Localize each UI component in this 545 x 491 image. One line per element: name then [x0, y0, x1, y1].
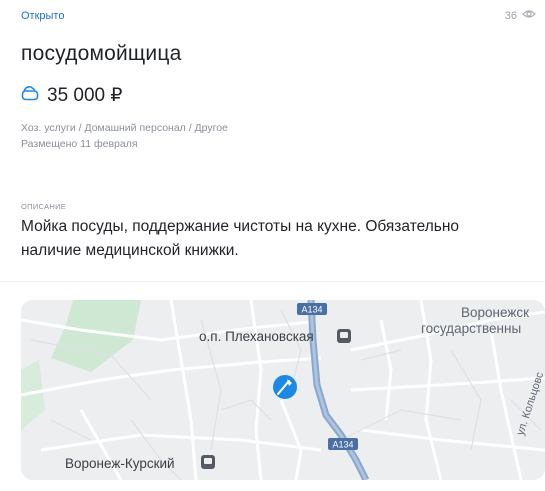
- status-label: Открыто: [21, 10, 65, 22]
- salary: 35 000 ₽: [21, 84, 122, 107]
- location-map[interactable]: А134 А134 о.п. Плехановская Воронежск го…: [21, 300, 545, 480]
- posted-date: Размещено 11 февраля: [21, 138, 138, 150]
- description-label: описание: [21, 202, 67, 211]
- station-label-top: о.п. Плехановская: [199, 329, 314, 344]
- svg-text:А134: А134: [301, 305, 322, 315]
- train-icon: [201, 455, 215, 469]
- location-pin-icon[interactable]: [273, 375, 297, 399]
- road-badge: А134: [297, 303, 327, 315]
- description-text: Мойка посуды, поддержание чистоты на кух…: [21, 218, 460, 259]
- svg-text:А134: А134: [332, 440, 353, 450]
- university-label-line2: государственны: [421, 321, 521, 336]
- salary-value: 35 000 ₽: [47, 85, 123, 106]
- station-label-bottom: Воронеж-Курский: [65, 456, 175, 471]
- road-badge: А134: [328, 438, 358, 450]
- wallet-icon: [21, 85, 39, 107]
- category-breadcrumb: Хоз. услуги / Домашний персонал / Другое: [21, 122, 228, 134]
- train-icon: [337, 329, 351, 343]
- views-counter: 36: [505, 9, 536, 22]
- university-label-line1: Воронежск: [461, 305, 529, 320]
- views-count: 36: [504, 9, 517, 22]
- job-title: посудомойщица: [21, 42, 182, 65]
- divider: [0, 281, 545, 282]
- eye-icon: [522, 9, 536, 22]
